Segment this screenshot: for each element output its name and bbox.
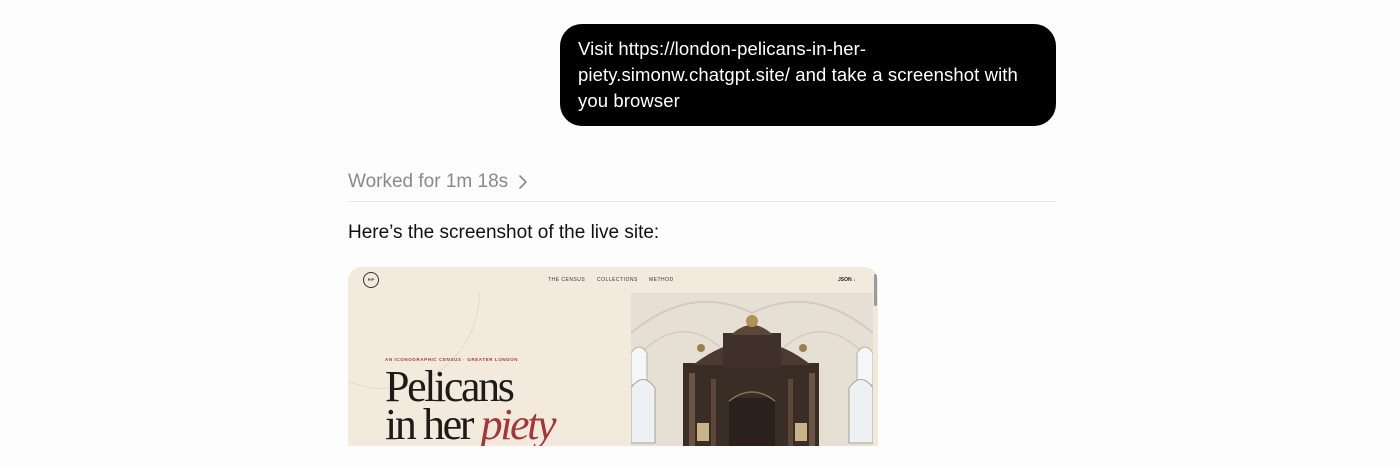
json-download-link[interactable]: JSON ↓ bbox=[838, 277, 856, 283]
hero-title-line: in her piety bbox=[385, 403, 557, 447]
nav-method[interactable]: METHOD bbox=[649, 277, 674, 283]
nav-collections[interactable]: COLLECTIONS bbox=[597, 277, 638, 283]
divider bbox=[348, 201, 1056, 202]
worked-for-toggle[interactable]: Worked for 1m 18s bbox=[348, 168, 528, 196]
user-message-bubble: Visit https://london-pelicans-in-her- pi… bbox=[560, 24, 1056, 126]
site-logo: P/P bbox=[363, 272, 379, 288]
website-screenshot-image[interactable]: P/P THE CENSUS COLLECTIONS METHOD JSON ↓… bbox=[348, 267, 878, 446]
user-message-line: you browser bbox=[578, 90, 680, 111]
worked-for-label: Worked for 1m 18s bbox=[348, 171, 509, 192]
church-interior-photo bbox=[631, 293, 873, 446]
user-message-line: Visit https://london-pelicans-in-her- bbox=[578, 38, 867, 59]
hero-title-plain: in her bbox=[385, 400, 474, 447]
chevron-right-icon bbox=[519, 175, 527, 189]
hero-title-accent: piety bbox=[480, 400, 557, 447]
scrollbar-thumb[interactable] bbox=[874, 274, 877, 306]
hero-title: Pelicans in her piety bbox=[385, 365, 557, 447]
assistant-reply-text: Here’s the screenshot of the live site: bbox=[348, 222, 660, 243]
nav-the-census[interactable]: THE CENSUS bbox=[548, 277, 585, 283]
user-message-line: piety.simonw.chatgpt.site/ and take a sc… bbox=[578, 64, 1018, 85]
